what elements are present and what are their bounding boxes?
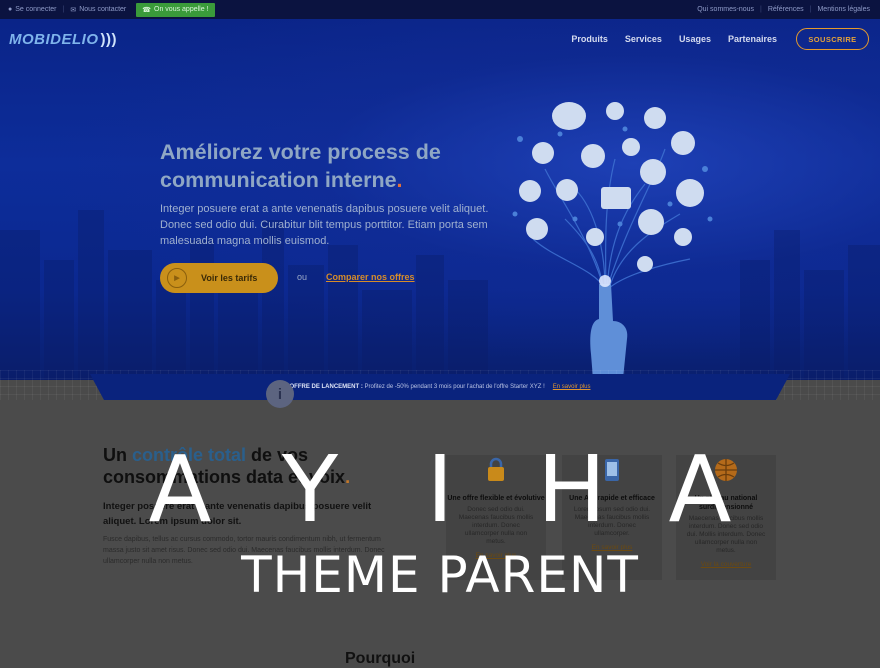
- legal-link[interactable]: Mentions légales: [817, 6, 870, 13]
- divider: |: [760, 6, 762, 13]
- speech-icon: [556, 179, 578, 201]
- promo-more-link[interactable]: En savoir plus: [553, 384, 591, 390]
- music-icon: [671, 131, 695, 155]
- compare-offers-link[interactable]: Comparer nos offres: [326, 272, 415, 282]
- nav-item-produits[interactable]: Produits: [571, 34, 608, 44]
- smiley-icon: [644, 107, 666, 129]
- top-utility-bar: ● Se connecter | ✉ Nous contacter ☎ On v…: [0, 0, 880, 19]
- person-icon: [526, 218, 548, 240]
- hero-section: MOBIDELIO))) Produits Services Usages Pa…: [0, 19, 880, 380]
- watermark-letter: Y: [281, 436, 339, 543]
- user-icon: ●: [8, 6, 13, 13]
- subscribe-button[interactable]: SOUSCRIRE: [796, 28, 869, 50]
- watermark-letter: A: [668, 436, 732, 543]
- watermark-letter: I: [426, 436, 454, 543]
- next-section-heading: Pourquoi: [345, 650, 416, 667]
- music-note-icon: [606, 102, 624, 120]
- main-nav: Produits Services Usages Partenaires: [571, 34, 777, 44]
- settings-icon: [638, 209, 664, 235]
- phone-icon: ☎: [142, 6, 152, 14]
- callback-label: On vous appelle !: [154, 6, 209, 13]
- login-link[interactable]: ● Se connecter: [8, 6, 56, 13]
- title-dot: .: [396, 168, 403, 192]
- star-icon: [586, 228, 604, 246]
- pointing-hand-icon: [590, 284, 628, 379]
- divider: |: [809, 6, 812, 13]
- promo-text: Profitez de -50% pendant 3 mois pour l'a…: [364, 384, 545, 390]
- references-link[interactable]: Références: [768, 6, 804, 13]
- divider: |: [62, 6, 65, 13]
- globe-icon: [676, 179, 704, 207]
- monitor-icon: [601, 187, 631, 209]
- pricing-button-label: Voir les tarifs: [201, 273, 258, 283]
- mail-icon: [532, 142, 554, 164]
- hero-lead-text: Integer posuere erat a ante venenatis da…: [160, 203, 489, 247]
- nav-item-services[interactable]: Services: [625, 34, 662, 44]
- play-circle-icon: ▶: [167, 268, 187, 288]
- watermark-letter: H: [537, 436, 607, 543]
- brand-logo[interactable]: MOBIDELIO))): [9, 31, 117, 48]
- thumbs-up-icon: [640, 159, 666, 185]
- info-icon: i: [266, 380, 294, 408]
- promo-banner: OFFRE DE LANCEMENT : Profitez de -50% pe…: [90, 374, 790, 400]
- cloud-icon: [622, 138, 640, 156]
- watermark-subtitle: THEME PARENT: [241, 546, 639, 604]
- or-separator: ou: [297, 272, 308, 282]
- top-bar-right: Qui sommes-nous | Références | Mentions …: [697, 6, 880, 13]
- hero-title-line2: communication interne: [160, 168, 397, 192]
- heart-icon: [519, 180, 541, 202]
- watermark-letter: A: [148, 436, 212, 543]
- nav-item-usages[interactable]: Usages: [679, 34, 711, 44]
- chat-bubble-icon: [552, 102, 586, 130]
- user-icon: [581, 144, 605, 168]
- about-link[interactable]: Qui sommes-nous: [697, 6, 754, 13]
- callback-button[interactable]: ☎ On vous appelle !: [136, 2, 215, 17]
- promo-label: OFFRE DE LANCEMENT :: [289, 384, 363, 390]
- signal-waves-icon: ))): [100, 31, 117, 48]
- nav-item-partenaires[interactable]: Partenaires: [728, 34, 777, 44]
- contact-label: Nous contacter: [79, 6, 127, 13]
- watermark-title: AYIHA: [0, 440, 880, 540]
- pricing-button[interactable]: ▶ Voir les tarifs: [160, 263, 278, 293]
- contact-link[interactable]: ✉ Nous contacter: [70, 6, 126, 14]
- login-label: Se connecter: [15, 6, 57, 13]
- hero-title-line1: Améliorez votre process de: [160, 140, 441, 164]
- plus-icon: [674, 228, 692, 246]
- logo-text: MOBIDELIO: [9, 31, 99, 48]
- hero-title: Améliorez votre process de communication…: [160, 138, 490, 194]
- envelope-icon: ✉: [70, 6, 77, 14]
- communication-tree-illustration: [512, 102, 713, 379]
- clock-icon: [637, 256, 653, 272]
- top-bar-left: ● Se connecter | ✉ Nous contacter ☎ On v…: [0, 2, 215, 17]
